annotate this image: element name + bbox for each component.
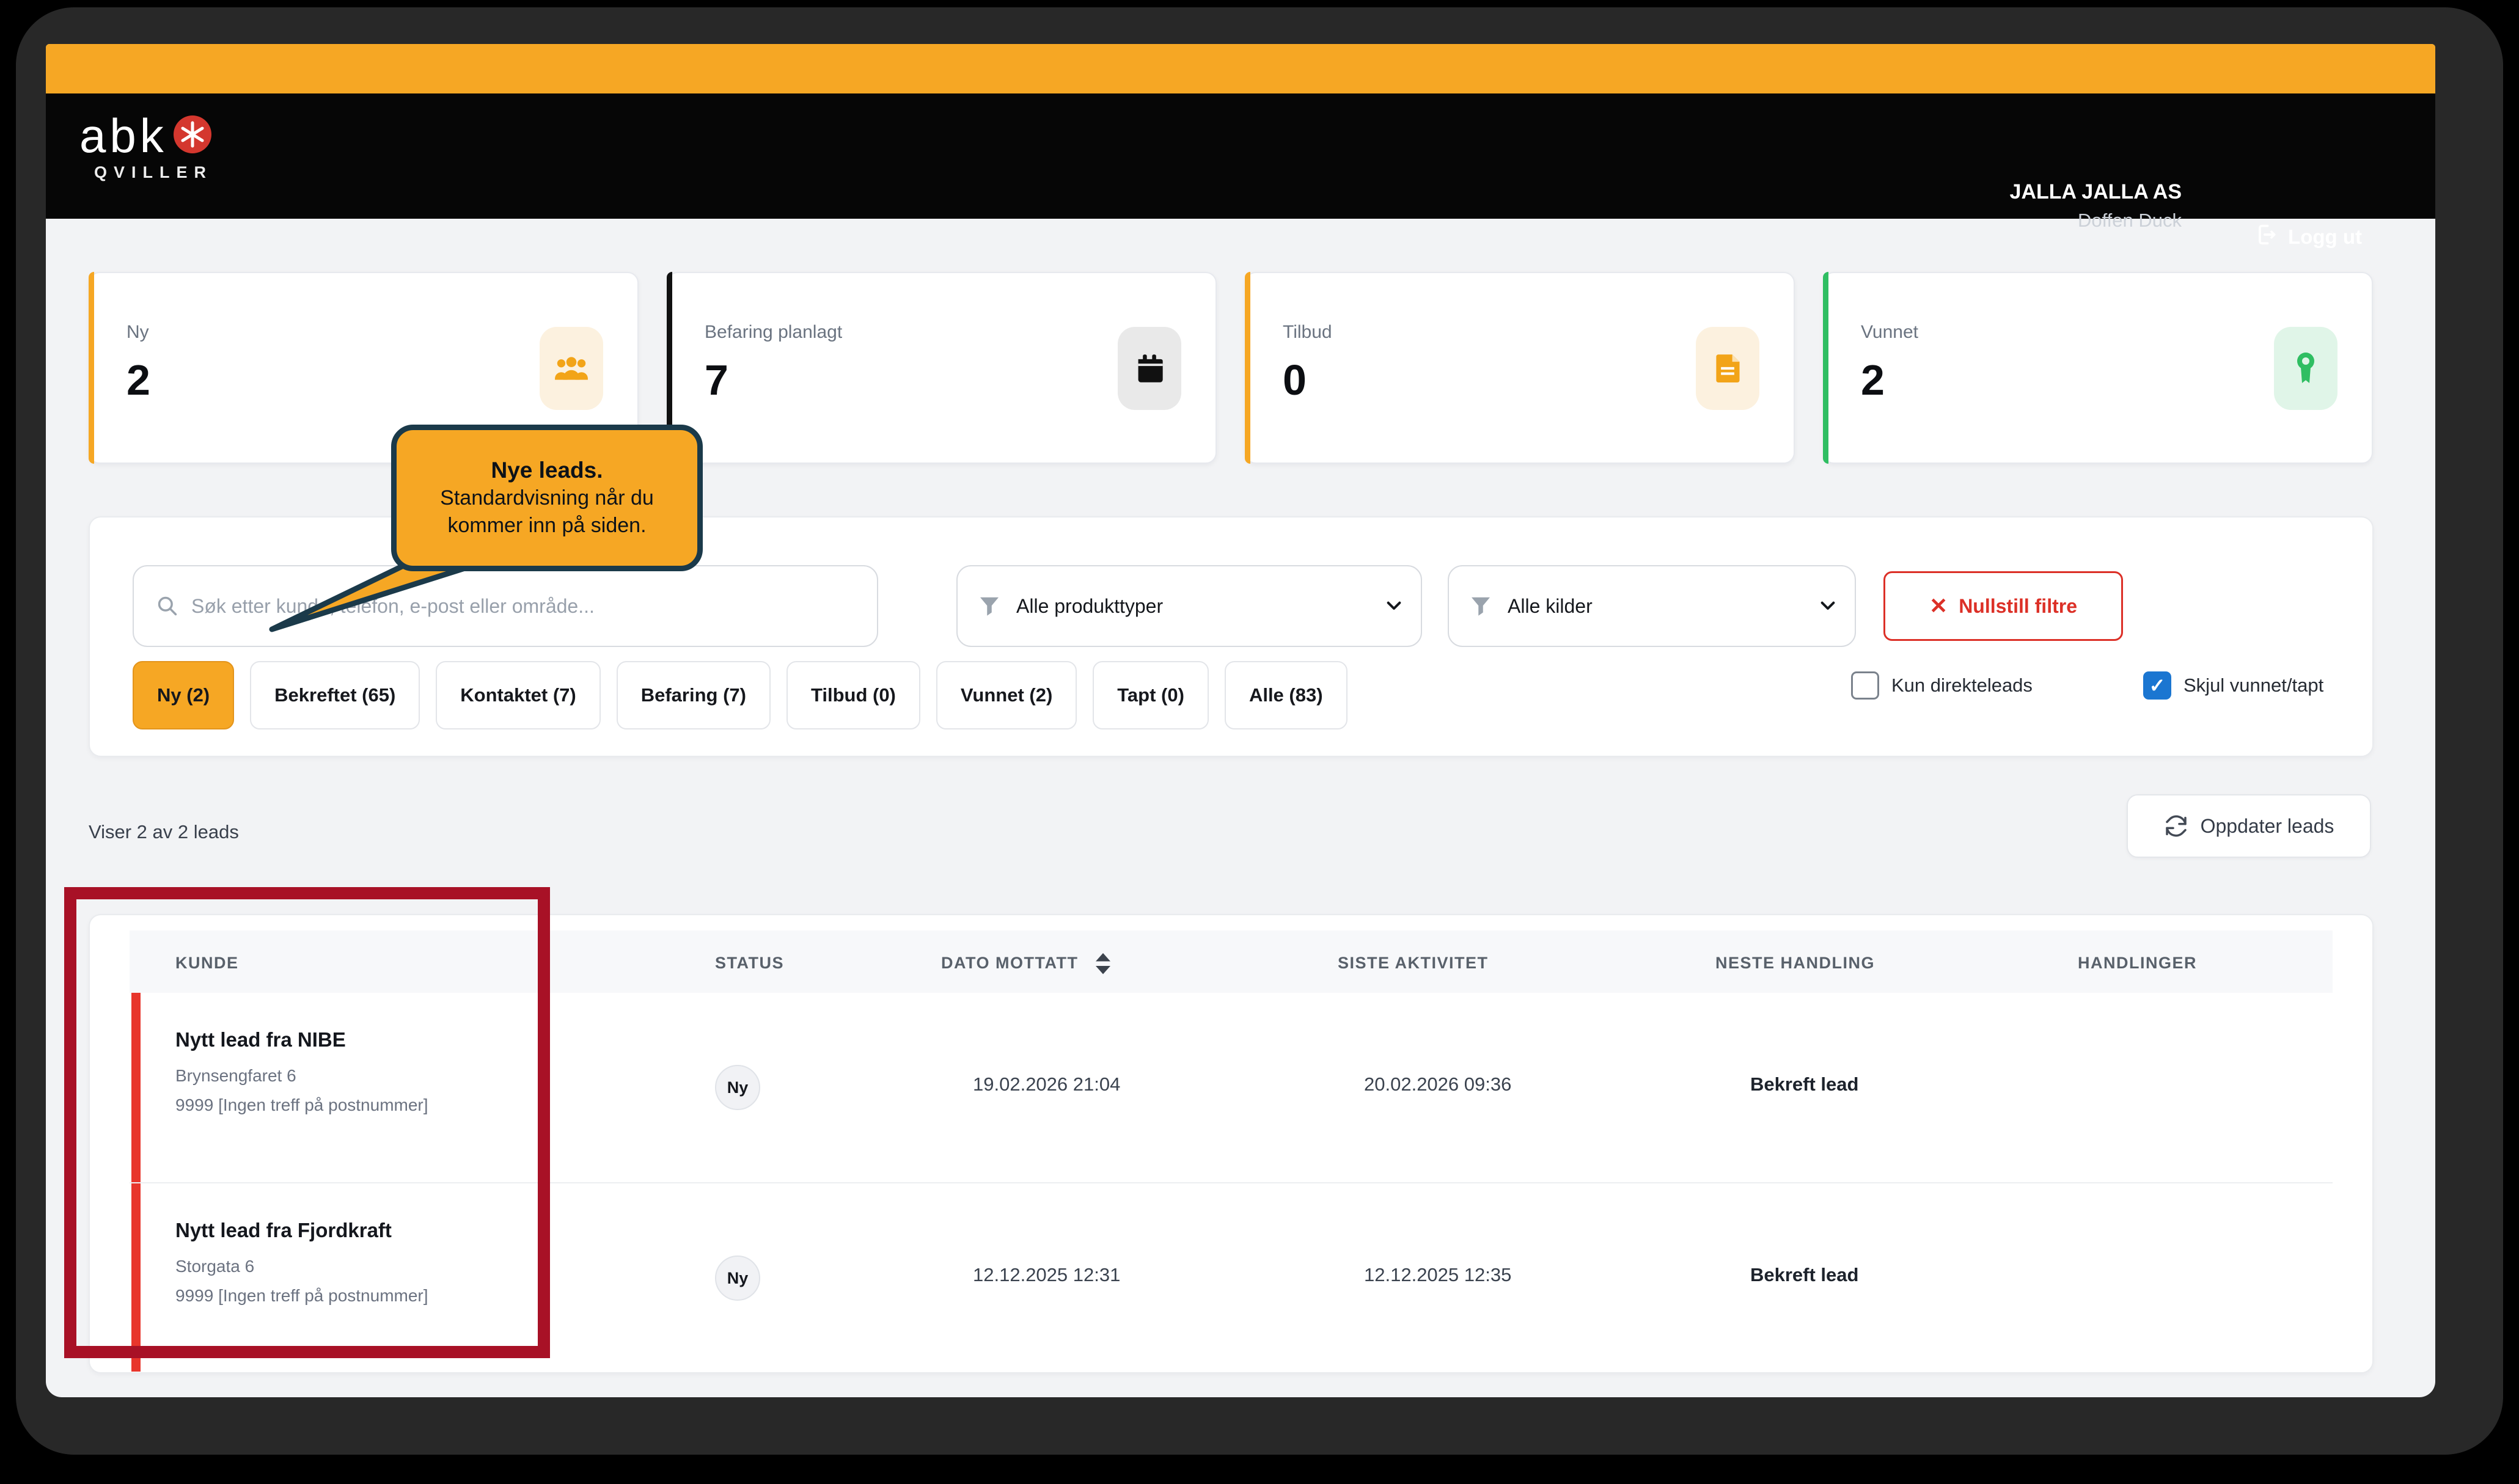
results-count: Viser 2 av 2 leads (89, 821, 239, 843)
status-badge: Ny (715, 1256, 760, 1301)
search-icon (156, 594, 179, 618)
chevron-down-icon (1384, 596, 1404, 616)
search-box (133, 565, 878, 647)
chip-tapt[interactable]: Tapt (0) (1093, 661, 1209, 729)
stat-value: 2 (127, 356, 150, 404)
stat-label: Ny (127, 322, 149, 343)
orange-topbar (46, 44, 2435, 93)
column-siste-aktivitet: SISTE AKTIVITET (1338, 954, 1489, 973)
user-name: Doffen Duck (2010, 207, 2182, 234)
stat-value: 2 (1861, 356, 1885, 404)
close-icon: ✕ (1929, 593, 1948, 619)
lead-address: Storgata 6 (175, 1257, 254, 1276)
chip-bekreftet[interactable]: Bekreftet (65) (250, 661, 420, 729)
document-icon (1696, 327, 1759, 410)
reset-filters-button[interactable]: ✕ Nullstill filtre (1883, 571, 2123, 641)
stat-card-vunnet[interactable]: Vunnet 2 (1823, 272, 2373, 464)
leads-table: KUNDE STATUS DATO MOTTATT SISTE AKTIVITE… (89, 914, 2374, 1373)
source-value: Alle kilder (1508, 595, 1593, 618)
logout-icon (2255, 223, 2278, 251)
stat-card-tilbud[interactable]: Tilbud 0 (1245, 272, 1795, 464)
row-status-accent (131, 993, 141, 1182)
chevron-down-icon (1818, 596, 1838, 616)
product-type-value: Alle produkttyper (1016, 595, 1163, 618)
refresh-leads-button[interactable]: Oppdater leads (2127, 794, 2371, 858)
logout-label: Logg ut (2288, 225, 2362, 249)
column-neste-handling: NESTE HANDLING (1715, 954, 1875, 973)
brand-logo: abk QVILLER (79, 109, 213, 182)
status-filter-chips: Ny (2) Bekreftet (65) Kontaktet (7) Befa… (133, 661, 1348, 729)
callout-body: Standardvisning når du kommer inn på sid… (419, 484, 675, 539)
column-dato-mottatt[interactable]: DATO MOTTATT (941, 954, 1078, 973)
lead-address: Brynsengfaret 6 (175, 1066, 296, 1086)
stat-label: Befaring planlagt (705, 322, 842, 343)
chip-ny[interactable]: Ny (2) (133, 661, 234, 729)
annotation-callout: Nye leads. Standardvisning når du kommer… (391, 425, 703, 571)
chip-vunnet[interactable]: Vunnet (2) (936, 661, 1077, 729)
checkbox-hide-won-lost[interactable]: ✓ Skjul vunnet/tapt (2143, 671, 2323, 700)
chip-tilbud[interactable]: Tilbud (0) (787, 661, 920, 729)
source-dropdown[interactable]: Alle kilder (1448, 565, 1856, 647)
stat-value: 7 (705, 356, 728, 404)
stat-card-befaring[interactable]: Befaring planlagt 7 (667, 272, 1217, 464)
app-window: abk QVILLER JALLA JALLA AS Doffen Duck (46, 44, 2435, 1397)
chip-kontaktet[interactable]: Kontaktet (7) (436, 661, 600, 729)
brand-logo-subtext: QVILLER (94, 163, 213, 182)
filter-icon (1470, 595, 1492, 617)
award-icon (2274, 327, 2338, 410)
stat-accent (1823, 272, 1828, 464)
app-header: abk QVILLER JALLA JALLA AS Doffen Duck (46, 93, 2435, 219)
date-received: 19.02.2026 21:04 (973, 1073, 1120, 1095)
stat-label: Vunnet (1861, 322, 1918, 343)
row-status-accent (131, 1183, 141, 1372)
product-type-dropdown[interactable]: Alle produkttyper (956, 565, 1422, 647)
user-info: JALLA JALLA AS Doffen Duck (2010, 178, 2182, 234)
column-status: STATUS (715, 954, 784, 973)
checkbox-unchecked-icon (1851, 671, 1879, 700)
stat-accent (89, 272, 94, 464)
reset-filters-label: Nullstill filtre (1959, 595, 2077, 618)
table-row[interactable]: Nytt lead fra NIBE Brynsengfaret 6 9999 … (130, 993, 2333, 1182)
company-name: JALLA JALLA AS (2010, 178, 2182, 207)
last-activity: 20.02.2026 09:36 (1364, 1073, 1511, 1095)
lead-title: Nytt lead fra Fjordkraft (175, 1219, 392, 1242)
stat-accent (1245, 272, 1250, 464)
date-received: 12.12.2025 12:31 (973, 1264, 1120, 1286)
lead-title: Nytt lead fra NIBE (175, 1028, 346, 1051)
stat-label: Tilbud (1283, 322, 1332, 343)
checkbox-checked-icon: ✓ (2143, 671, 2171, 700)
asterisk-logo-icon (174, 115, 211, 156)
table-header (130, 930, 2333, 993)
checkbox-hide-won-lost-label: Skjul vunnet/tapt (2184, 674, 2323, 696)
status-badge: Ny (715, 1065, 760, 1110)
chip-alle[interactable]: Alle (83) (1225, 661, 1348, 729)
last-activity: 12.12.2025 12:35 (1364, 1264, 1511, 1286)
refresh-icon (2164, 814, 2188, 838)
checkbox-direct-leads[interactable]: Kun direkteleads (1851, 671, 2033, 700)
lead-postal: 9999 [Ingen treff på postnummer] (175, 1095, 428, 1115)
checkbox-direct-leads-label: Kun direkteleads (1891, 674, 2033, 696)
stat-value: 0 (1283, 356, 1307, 404)
lead-postal: 9999 [Ingen treff på postnummer] (175, 1286, 428, 1306)
chip-befaring[interactable]: Befaring (7) (617, 661, 771, 729)
callout-title: Nye leads. (491, 456, 603, 484)
column-kunde: KUNDE (175, 954, 239, 973)
table-row[interactable]: Nytt lead fra Fjordkraft Storgata 6 9999… (130, 1182, 2333, 1372)
filter-icon (978, 595, 1000, 617)
logout-button[interactable]: Logg ut (2255, 223, 2362, 251)
column-handlinger: HANDLINGER (2078, 954, 2197, 973)
sort-icon[interactable] (1095, 953, 1111, 975)
refresh-leads-label: Oppdater leads (2201, 815, 2334, 838)
next-action-link[interactable]: Bekreft lead (1750, 1264, 1858, 1286)
brand-logo-text: abk (79, 109, 167, 162)
calendar-icon (1118, 327, 1181, 410)
next-action-link[interactable]: Bekreft lead (1750, 1073, 1858, 1095)
people-icon (540, 327, 603, 410)
